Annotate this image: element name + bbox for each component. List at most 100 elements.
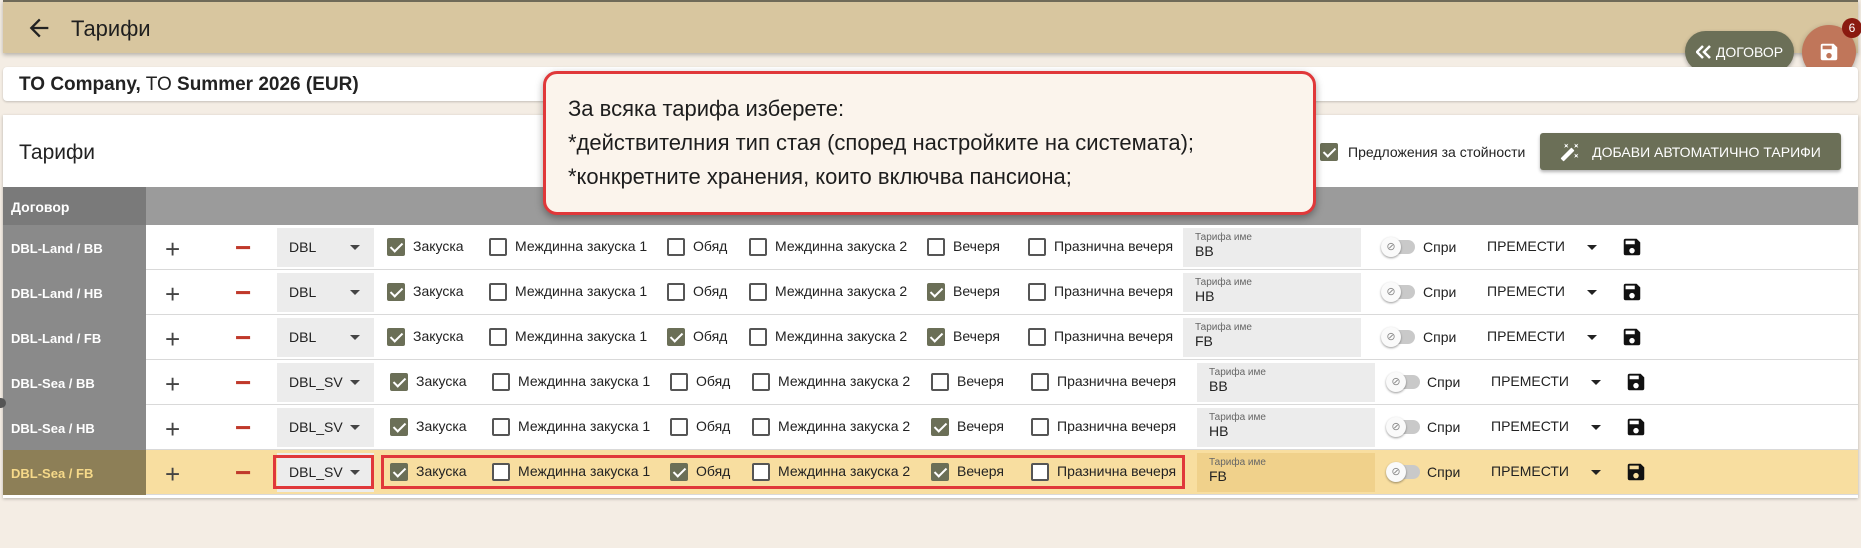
add-row-button[interactable]: + [165, 414, 180, 445]
room-type-select[interactable]: DBL [277, 273, 374, 312]
remove-row-button[interactable]: − [235, 367, 251, 399]
chevron-down-icon[interactable] [1591, 470, 1601, 475]
meal-checkbox[interactable] [667, 283, 685, 301]
meal-label: Вечеря [957, 373, 1004, 389]
meal-checkbox[interactable] [387, 238, 405, 256]
meal-checkbox[interactable] [489, 328, 507, 346]
table-row: DBL-Land / BB + − DBL Закуска Междинна закуск… [3, 225, 1858, 270]
remove-row-button[interactable]: − [235, 277, 251, 309]
table-row: DBL-Sea / HB + − DBL_SV Закуска Междинна заку… [3, 405, 1858, 450]
meal-checkbox[interactable] [492, 373, 510, 391]
table-row: DBL-Land / HB + − DBL Закуска Междинна закуск… [3, 270, 1858, 315]
chevron-down-icon[interactable] [1591, 425, 1601, 430]
meal-label: Междинна закуска 1 [515, 238, 648, 254]
rate-name-field[interactable]: Тарифа име FB [1197, 453, 1375, 492]
meal-checkbox[interactable] [667, 328, 685, 346]
value-offers-checkbox[interactable] [1320, 143, 1338, 161]
meal-label: Празнична вечеря [1054, 283, 1174, 299]
meal-checkbox[interactable] [749, 283, 767, 301]
meal-checkbox[interactable] [667, 238, 685, 256]
chevron-down-icon[interactable] [1587, 290, 1597, 295]
meal-checkbox[interactable] [492, 418, 510, 436]
rate-name-field[interactable]: Тарифа име BB [1197, 363, 1375, 402]
room-type-select[interactable]: DBL [277, 318, 374, 357]
stop-toggle[interactable]: ⊘ [1381, 282, 1415, 302]
value-offers-toggle[interactable]: Предложения за стойности [1320, 143, 1525, 161]
contract-button-label: ДОГОВОР [1715, 43, 1784, 60]
move-button[interactable]: ПРЕМЕСТИ [1491, 463, 1569, 479]
meal-checkbox[interactable] [931, 418, 949, 436]
rate-name-field[interactable]: Тарифа име HB [1183, 273, 1361, 312]
meal-checkbox[interactable] [931, 373, 949, 391]
rate-name-value: FB [1209, 468, 1227, 484]
rate-name-field[interactable]: Тарифа име HB [1197, 408, 1375, 447]
floppy-disk-icon[interactable] [1621, 281, 1643, 303]
chevron-down-icon[interactable] [1591, 380, 1601, 385]
add-auto-rates-button[interactable]: ДОБАВИ АВТОМАТИЧНО ТАРИФИ [1540, 133, 1841, 170]
move-button[interactable]: ПРЕМЕСТИ [1487, 328, 1565, 344]
rate-name-field[interactable]: Тарифа име FB [1183, 318, 1361, 357]
add-row-button[interactable]: + [165, 324, 180, 355]
meal-checkbox[interactable] [749, 328, 767, 346]
meal-checkbox[interactable] [927, 238, 945, 256]
arrow-left-icon[interactable] [25, 14, 53, 42]
meal-checkbox[interactable] [390, 418, 408, 436]
stop-toggle[interactable]: ⊘ [1381, 237, 1415, 257]
meal-checkbox[interactable] [489, 238, 507, 256]
meal-checkbox[interactable] [390, 373, 408, 391]
floppy-disk-icon[interactable] [1621, 236, 1643, 258]
room-type-select[interactable]: DBL_SV [277, 363, 374, 402]
meal-label: Обяд [693, 328, 728, 344]
remove-row-button[interactable]: − [235, 232, 251, 264]
meal-label: Закуска [413, 328, 464, 344]
instruction-callout: За всяка тарифа изберете: *действителния… [543, 71, 1316, 215]
meal-checkbox[interactable] [1028, 283, 1046, 301]
add-row-button[interactable]: + [165, 234, 180, 265]
meal-label: Закуска [416, 418, 467, 434]
room-type-select[interactable]: DBL_SV [277, 408, 374, 447]
meal-checkbox[interactable] [1031, 418, 1049, 436]
floppy-disk-icon[interactable] [1625, 416, 1647, 438]
meal-checkbox[interactable] [1028, 238, 1046, 256]
meal-checkbox[interactable] [387, 283, 405, 301]
stop-toggle[interactable]: ⊘ [1386, 417, 1420, 437]
remove-row-button[interactable]: − [235, 412, 251, 444]
remove-row-button[interactable]: − [235, 322, 251, 354]
contract-button[interactable]: ДОГОВОР [1685, 31, 1794, 72]
stop-toggle[interactable]: ⊘ [1386, 462, 1420, 482]
remove-row-button[interactable]: − [235, 457, 251, 489]
meal-checkbox[interactable] [1028, 328, 1046, 346]
card-title: Тарифи [19, 141, 95, 164]
floppy-disk-icon[interactable] [1625, 371, 1647, 393]
callout-line-2: *действителния тип стая (според настройк… [568, 130, 1195, 155]
add-row-button[interactable]: + [165, 459, 180, 490]
add-row-button[interactable]: + [165, 279, 180, 310]
stop-toggle[interactable]: ⊘ [1386, 372, 1420, 392]
meal-checkbox[interactable] [927, 328, 945, 346]
meal-checkbox[interactable] [752, 373, 770, 391]
room-type-select[interactable]: DBL [277, 228, 374, 267]
room-type-value: DBL [289, 239, 317, 255]
meal-checkbox[interactable] [1031, 373, 1049, 391]
meal-label: Вечеря [953, 328, 1000, 344]
chevron-down-icon[interactable] [1587, 245, 1597, 250]
move-button[interactable]: ПРЕМЕСТИ [1491, 373, 1569, 389]
stop-toggle[interactable]: ⊘ [1381, 327, 1415, 347]
meal-checkbox[interactable] [927, 283, 945, 301]
meal-checkbox[interactable] [670, 373, 688, 391]
meal-label: Междинна закуска 1 [518, 418, 651, 434]
meal-checkbox[interactable] [387, 328, 405, 346]
floppy-disk-icon[interactable] [1625, 461, 1647, 483]
rate-name-field[interactable]: Тарифа име BB [1183, 228, 1361, 267]
move-button[interactable]: ПРЕМЕСТИ [1491, 418, 1569, 434]
move-button[interactable]: ПРЕМЕСТИ [1487, 238, 1565, 254]
add-row-button[interactable]: + [165, 369, 180, 400]
move-button[interactable]: ПРЕМЕСТИ [1487, 283, 1565, 299]
floppy-disk-icon[interactable] [1621, 326, 1643, 348]
meal-checkbox[interactable] [752, 418, 770, 436]
chevron-down-icon [350, 290, 360, 295]
meal-checkbox[interactable] [749, 238, 767, 256]
meal-checkbox[interactable] [489, 283, 507, 301]
meal-checkbox[interactable] [670, 418, 688, 436]
chevron-down-icon[interactable] [1587, 335, 1597, 340]
